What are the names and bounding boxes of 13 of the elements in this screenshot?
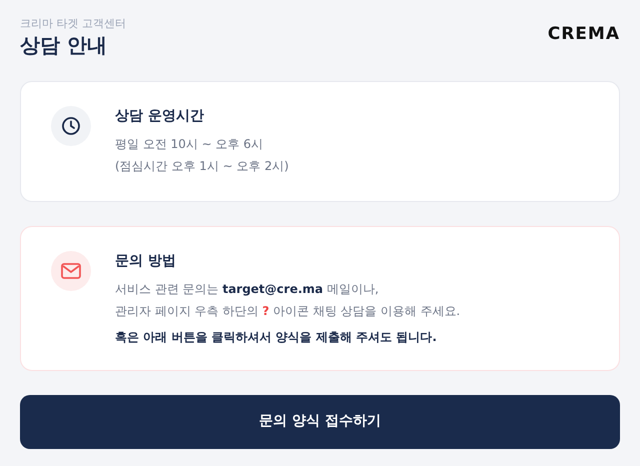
info-note: 혹은 아래 버튼을 클릭하셔서 양식을 제출해 주셔도 됩니다. — [115, 328, 438, 346]
logo: CREMA — [548, 23, 620, 46]
clock-icon — [61, 116, 81, 136]
page-title: 상담 안내 — [20, 32, 108, 56]
submit-form-button[interactable]: 문의 양식 접수하기 — [20, 394, 620, 448]
info-text: 서비스 관련 문의는 target@cre.ma 메일이나, — [115, 280, 380, 298]
card-title: 문의 방법 — [115, 252, 177, 270]
header-subtitle: 크리마 타겟 고객센터 — [20, 16, 126, 32]
info-text: 관리자 페이지 우측 하단의 ? 아이콘 채팅 상담을 이용해 주세요. — [115, 302, 460, 320]
info-text: (점심시간 오후 1시 ~ 오후 2시) — [115, 158, 289, 174]
card-title: 상담 운영시간 — [115, 106, 205, 126]
mail-icon — [61, 262, 81, 278]
info-text: 평일 오전 10시 ~ 오후 6시 — [115, 136, 264, 152]
